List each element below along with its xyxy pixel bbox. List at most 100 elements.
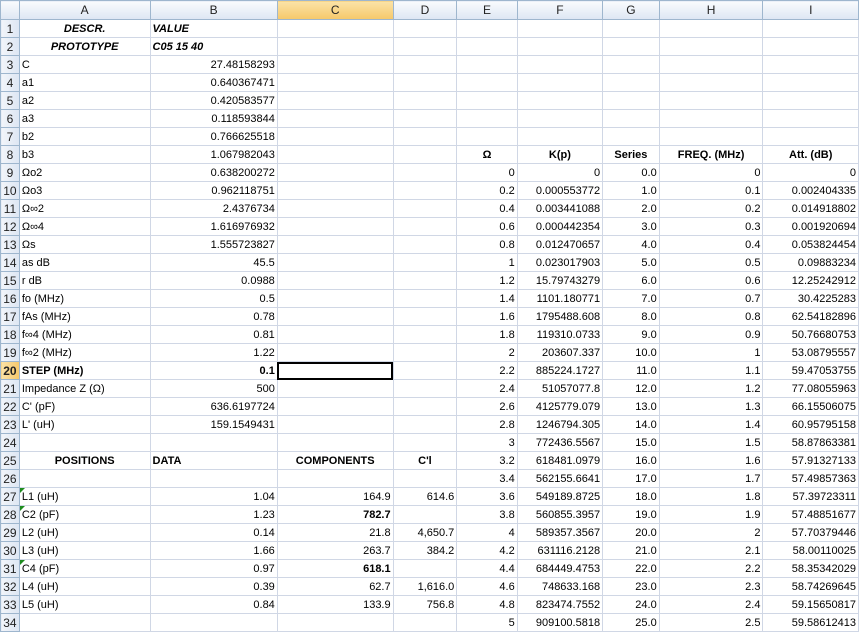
cell-h21[interactable]: 1.2 (658, 379, 764, 398)
cell-c5[interactable] (276, 91, 394, 110)
cell-f19[interactable]: 203607.337 (516, 343, 604, 362)
cell-c3[interactable] (276, 55, 394, 74)
cell-h29[interactable]: 2 (658, 523, 764, 542)
row-header-7[interactable]: 7 (0, 127, 20, 146)
cell-i27[interactable]: 57.39723311 (762, 487, 859, 506)
cell-g12[interactable]: 3.0 (602, 217, 660, 236)
cell-d7[interactable] (392, 127, 458, 146)
cell-b20[interactable]: 0.1 (149, 361, 278, 380)
cell-a1[interactable]: DESCR. (18, 19, 151, 38)
cell-b29[interactable]: 0.14 (149, 523, 278, 542)
cell-h18[interactable]: 0.9 (658, 325, 764, 344)
cell-f2[interactable] (516, 37, 604, 56)
column-header-i[interactable]: I (762, 0, 859, 20)
cell-h7[interactable] (658, 127, 764, 146)
cell-c12[interactable] (276, 217, 394, 236)
cell-h3[interactable] (658, 55, 764, 74)
cell-d10[interactable] (392, 181, 458, 200)
cell-b34[interactable] (149, 613, 278, 632)
cell-h4[interactable] (658, 73, 764, 92)
cell-h6[interactable] (658, 109, 764, 128)
cell-h10[interactable]: 0.1 (658, 181, 764, 200)
cell-c17[interactable] (276, 307, 394, 326)
cell-a23[interactable]: L' (uH) (18, 415, 151, 434)
cell-e29[interactable]: 4 (456, 523, 518, 542)
cell-d30[interactable]: 384.2 (392, 541, 458, 560)
row-header-19[interactable]: 19 (0, 343, 20, 362)
cell-e11[interactable]: 0.4 (456, 199, 518, 218)
cell-g20[interactable]: 11.0 (602, 361, 660, 380)
cell-f21[interactable]: 51057077.8 (516, 379, 604, 398)
cell-b4[interactable]: 0.640367471 (149, 73, 278, 92)
cell-b14[interactable]: 45.5 (149, 253, 278, 272)
cell-d15[interactable] (392, 271, 458, 290)
cell-e3[interactable] (456, 55, 518, 74)
column-header-a[interactable]: A (18, 0, 151, 20)
cell-e5[interactable] (456, 91, 518, 110)
cell-c6[interactable] (276, 109, 394, 128)
row-header-17[interactable]: 17 (0, 307, 20, 326)
row-header-34[interactable]: 34 (0, 613, 20, 632)
cell-d9[interactable] (392, 163, 458, 182)
cell-g34[interactable]: 25.0 (602, 613, 660, 632)
cell-c30[interactable]: 263.7 (276, 541, 394, 560)
cell-b10[interactable]: 0.962118751 (149, 181, 278, 200)
cell-c2[interactable] (276, 37, 394, 56)
cell-d22[interactable] (392, 397, 458, 416)
cell-b27[interactable]: 1.04 (149, 487, 278, 506)
cell-a21[interactable]: Impedance Z (Ω) (18, 379, 151, 398)
cell-g10[interactable]: 1.0 (602, 181, 660, 200)
row-header-20[interactable]: 20 (0, 361, 20, 380)
cell-e25[interactable]: 3.2 (456, 451, 518, 470)
cell-g25[interactable]: 16.0 (602, 451, 660, 470)
cell-c26[interactable] (276, 469, 394, 488)
row-header-23[interactable]: 23 (0, 415, 20, 434)
cell-g17[interactable]: 8.0 (602, 307, 660, 326)
cell-d20[interactable] (392, 361, 458, 380)
cell-d33[interactable]: 756.8 (392, 595, 458, 614)
cell-f24[interactable]: 772436.5567 (516, 433, 604, 452)
cell-b12[interactable]: 1.616976932 (149, 217, 278, 236)
cell-d17[interactable] (392, 307, 458, 326)
cell-f1[interactable] (516, 19, 604, 38)
row-header-11[interactable]: 11 (0, 199, 20, 218)
cell-h11[interactable]: 0.2 (658, 199, 764, 218)
column-header-b[interactable]: B (149, 0, 278, 20)
cell-g18[interactable]: 9.0 (602, 325, 660, 344)
cell-h1[interactable] (658, 19, 764, 38)
cell-a27[interactable]: L1 (uH) (18, 487, 151, 506)
cell-i12[interactable]: 0.001920694 (762, 217, 859, 236)
row-header-10[interactable]: 10 (0, 181, 20, 200)
cell-b19[interactable]: 1.22 (149, 343, 278, 362)
cell-b22[interactable]: 636.6197724 (149, 397, 278, 416)
cell-c14[interactable] (276, 253, 394, 272)
row-header-8[interactable]: 8 (0, 145, 20, 164)
cell-a22[interactable]: C' (pF) (18, 397, 151, 416)
cell-b25[interactable]: DATA (149, 451, 278, 470)
cell-f14[interactable]: 0.023017903 (516, 253, 604, 272)
cell-d18[interactable] (392, 325, 458, 344)
cell-e32[interactable]: 4.6 (456, 577, 518, 596)
cell-f18[interactable]: 119310.0733 (516, 325, 604, 344)
cell-g24[interactable]: 15.0 (602, 433, 660, 452)
cell-b24[interactable] (149, 433, 278, 452)
column-header-f[interactable]: F (516, 0, 604, 20)
cell-h24[interactable]: 1.5 (658, 433, 764, 452)
cell-b28[interactable]: 1.23 (149, 505, 278, 524)
cell-d16[interactable] (392, 289, 458, 308)
cell-f31[interactable]: 684449.4753 (516, 559, 604, 578)
cell-b9[interactable]: 0.638200272 (149, 163, 278, 182)
cell-a13[interactable]: Ωs (18, 235, 151, 254)
row-header-15[interactable]: 15 (0, 271, 20, 290)
cell-i9[interactable]: 0 (762, 163, 859, 182)
cell-i24[interactable]: 58.87863381 (762, 433, 859, 452)
cell-f25[interactable]: 618481.0979 (516, 451, 604, 470)
cell-a30[interactable]: L3 (uH) (18, 541, 151, 560)
cell-g9[interactable]: 0.0 (602, 163, 660, 182)
cell-a3[interactable]: C (18, 55, 151, 74)
cell-d27[interactable]: 614.6 (392, 487, 458, 506)
cell-f33[interactable]: 823474.7552 (516, 595, 604, 614)
cell-f27[interactable]: 549189.8725 (516, 487, 604, 506)
row-header-4[interactable]: 4 (0, 73, 20, 92)
cell-g31[interactable]: 22.0 (602, 559, 660, 578)
